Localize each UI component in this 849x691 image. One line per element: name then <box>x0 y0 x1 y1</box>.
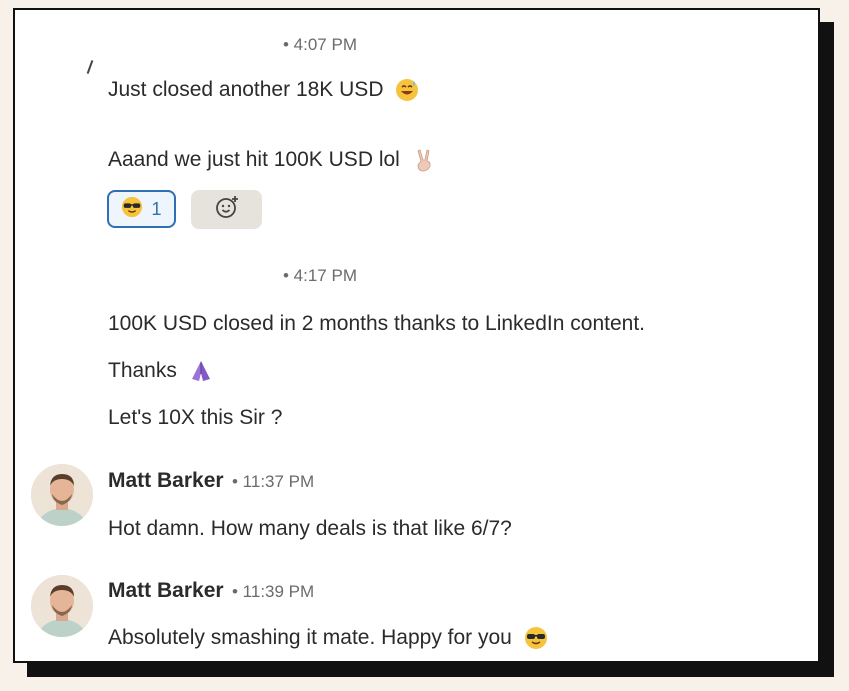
message-text: 100K USD closed in 2 months thanks to Li… <box>108 312 645 335</box>
victory-hand-emoji-icon <box>412 148 436 172</box>
message-line: Just closed another 18K USD <box>108 78 384 101</box>
cursor-mark <box>86 60 94 74</box>
message-header: Matt Barker • 11:39 PM <box>108 579 314 603</box>
author-name[interactable]: Matt Barker <box>108 579 224 602</box>
message-text: Just closed another 18K USD <box>108 78 419 102</box>
message-text: Hot damn. How many deals is that like 6/… <box>108 517 512 540</box>
add-reaction-button[interactable] <box>191 190 262 229</box>
author-name[interactable]: Matt Barker <box>108 469 224 492</box>
message-timestamp: • 4:17 PM <box>283 266 357 285</box>
message-text: Let's 10X this Sir ? <box>108 406 283 429</box>
message-timestamp: • 4:07 PM <box>283 35 357 54</box>
message-text: Aaand we just hit 100K USD lol <box>108 148 436 172</box>
message-line: Absolutely smashing it mate. Happy for y… <box>108 626 512 649</box>
message-text: Thanks <box>108 359 213 383</box>
message-line: Thanks <box>108 359 177 382</box>
message-text: Absolutely smashing it mate. Happy for y… <box>108 626 548 650</box>
reaction-count: 1 <box>151 198 162 219</box>
message-header: Matt Barker • 11:37 PM <box>108 469 314 493</box>
message-line: Aaand we just hit 100K USD lol <box>108 148 400 171</box>
sweat-smile-emoji-icon <box>395 78 419 102</box>
chat-window: • 4:07 PM Just closed another 18K USD Aa… <box>13 8 820 663</box>
avatar[interactable] <box>31 464 93 526</box>
sunglasses-emoji-icon <box>121 196 143 223</box>
sunglasses-emoji-icon <box>524 626 548 650</box>
praying-hands-emoji-icon <box>189 359 213 383</box>
add-reaction-icon <box>214 194 240 225</box>
avatar[interactable] <box>31 575 93 637</box>
message-timestamp: • 11:39 PM <box>232 582 315 601</box>
message-timestamp: • 11:37 PM <box>232 472 315 491</box>
reaction-sunglasses-button[interactable]: 1 <box>107 190 176 228</box>
